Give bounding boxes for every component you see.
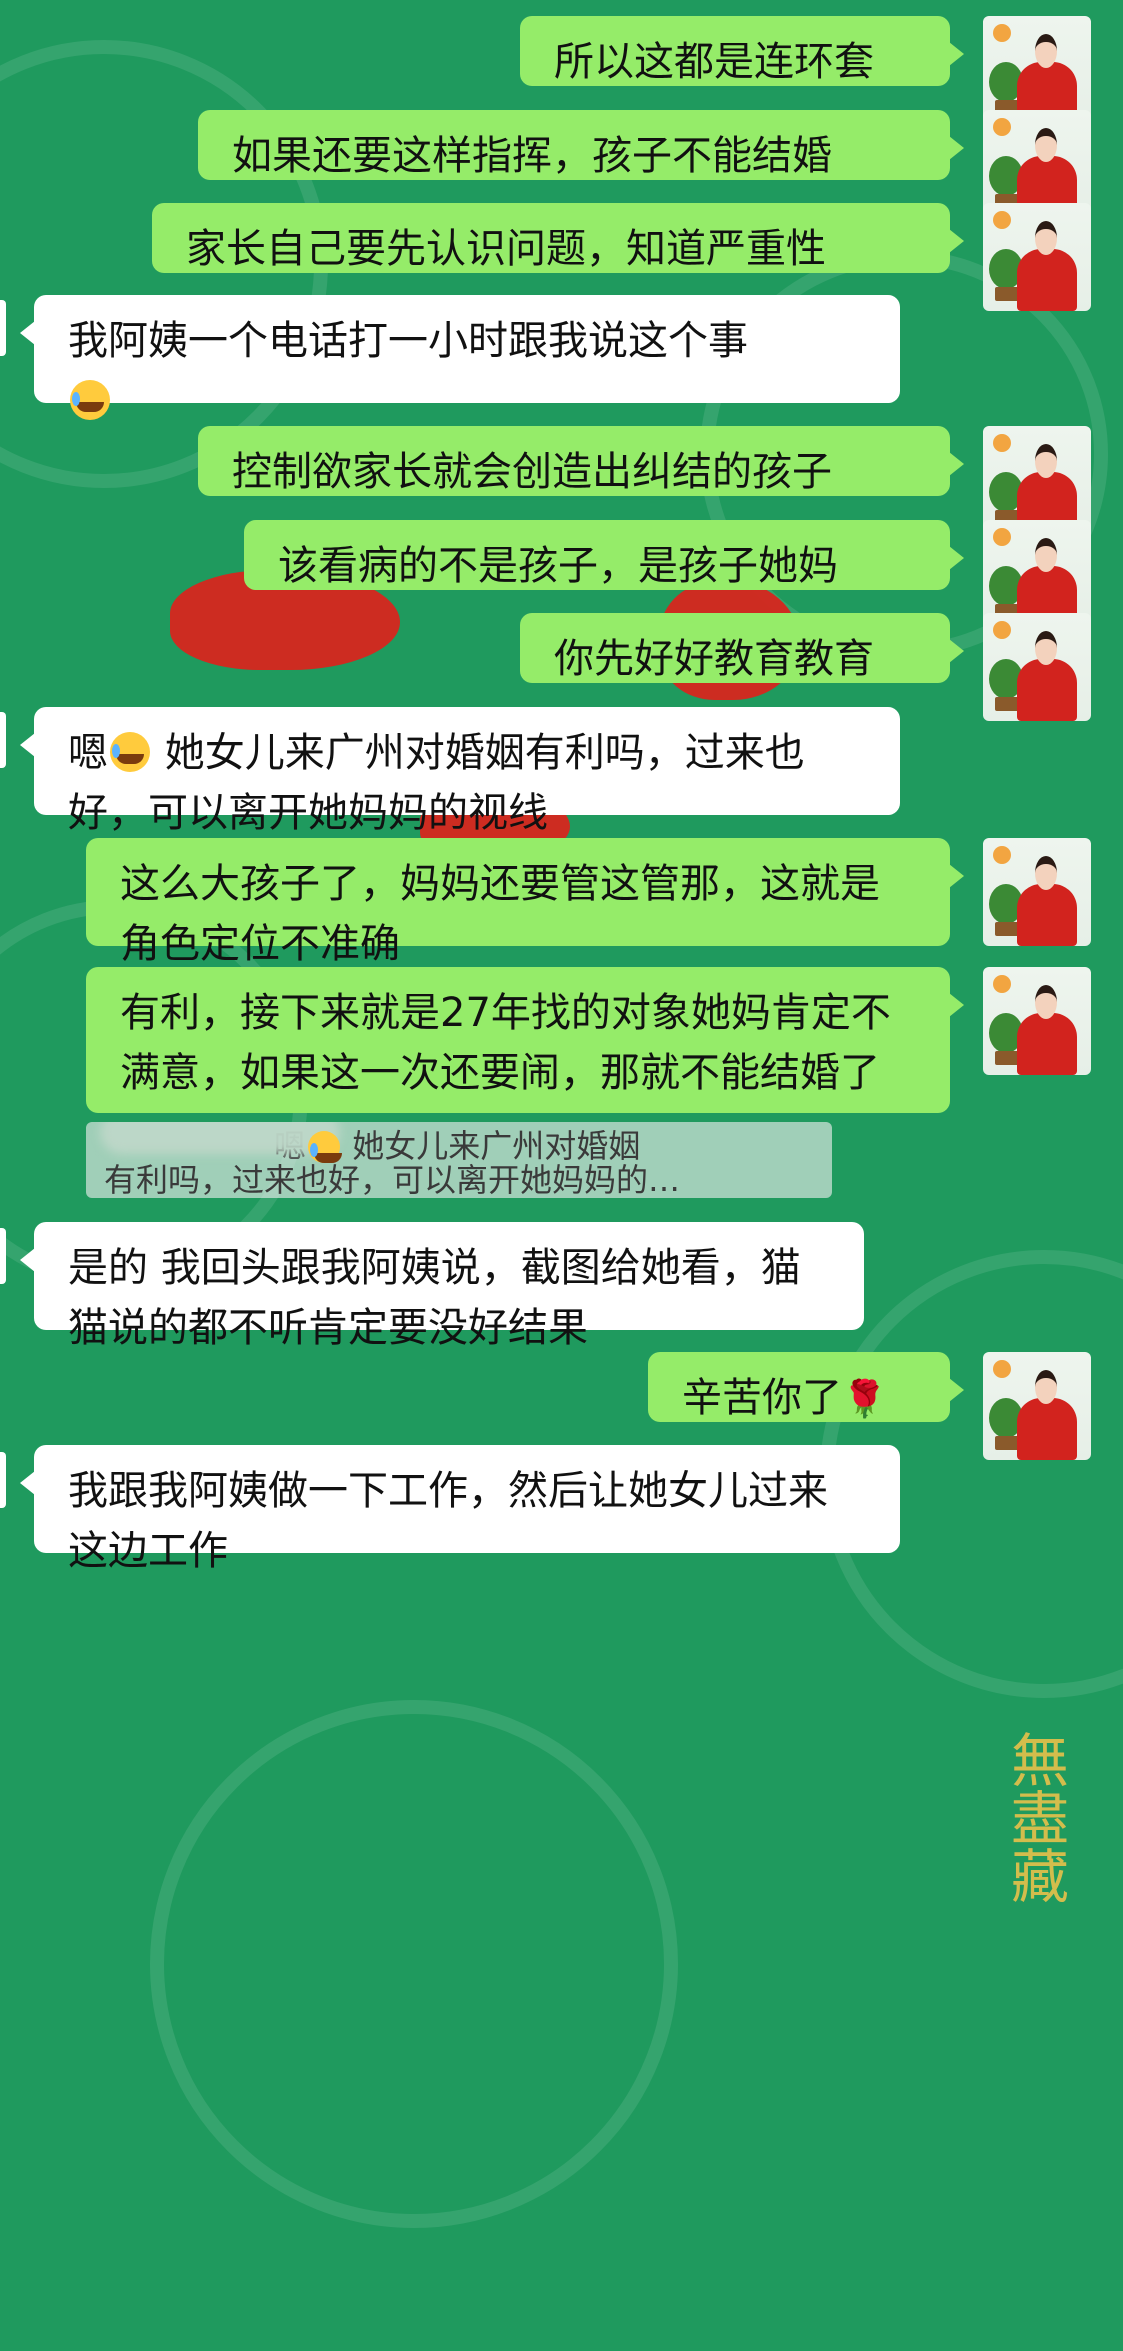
avatar[interactable] (983, 16, 1091, 124)
message-bubble-outgoing[interactable]: 你先好好教育教育 (520, 613, 964, 683)
message-bubble-incoming[interactable]: 我跟我阿姨做一下工作，然后让她女儿过来这边工作 (20, 1445, 900, 1574)
avatar[interactable] (983, 203, 1091, 311)
message-bubble-outgoing[interactable]: 辛苦你了🌹 (648, 1352, 964, 1422)
avatar[interactable] (983, 520, 1091, 628)
message-bubble-outgoing[interactable]: 控制欲家长就会创造出纠结的孩子 (198, 426, 964, 496)
avatar[interactable] (983, 426, 1091, 534)
avatar[interactable] (983, 967, 1091, 1075)
message-bubble-outgoing[interactable]: 所以这都是连环套 (520, 16, 964, 86)
message-bubble-outgoing[interactable]: 这么大孩子了，妈妈还要管这管那，这就是角色定位不准确 (86, 838, 964, 967)
contact-avatar-edge[interactable] (0, 1452, 6, 1508)
rose-icon: 🌹 (842, 1379, 887, 1420)
avatar[interactable] (983, 838, 1091, 946)
avatar[interactable] (983, 613, 1091, 721)
message-bubble-incoming[interactable]: 我阿姨一个电话打一小时跟我说这个事 (20, 295, 900, 420)
message-bubble-incoming[interactable]: 嗯 她女儿来广州对婚姻有利吗，过来也好，可以离开她妈妈的视线 (20, 707, 900, 836)
contact-avatar-edge[interactable] (0, 712, 6, 768)
face-with-tears-icon (308, 1131, 343, 1163)
face-with-tears-icon (70, 380, 110, 420)
avatar[interactable] (983, 110, 1091, 218)
message-bubble-incoming[interactable]: 是的 我回头跟我阿姨说，截图给她看，猫猫说的都不听肯定要没好结果 (20, 1222, 864, 1351)
message-bubble-outgoing[interactable]: 如果还要这样指挥，孩子不能结婚 (198, 110, 964, 180)
wallpaper-text: 無盡藏 (1001, 1730, 1069, 1904)
avatar[interactable] (983, 1352, 1091, 1460)
quoted-message[interactable]: 嗯 她女儿来广州对婚姻 有利吗，过来也好，可以离开她妈妈的… (86, 1122, 832, 1198)
contact-avatar-edge[interactable] (0, 300, 6, 356)
message-bubble-outgoing[interactable]: 家长自己要先认识问题，知道严重性 (152, 203, 964, 273)
contact-avatar-edge[interactable] (0, 1228, 6, 1284)
message-bubble-outgoing[interactable]: 有利，接下来就是27年找的对象她妈肯定不满意，如果这一次还要闹，那就不能结婚了 (86, 967, 964, 1113)
message-bubble-outgoing[interactable]: 该看病的不是孩子，是孩子她妈 (244, 520, 964, 590)
face-with-tears-icon (110, 732, 150, 772)
redacted-name (100, 1122, 340, 1154)
